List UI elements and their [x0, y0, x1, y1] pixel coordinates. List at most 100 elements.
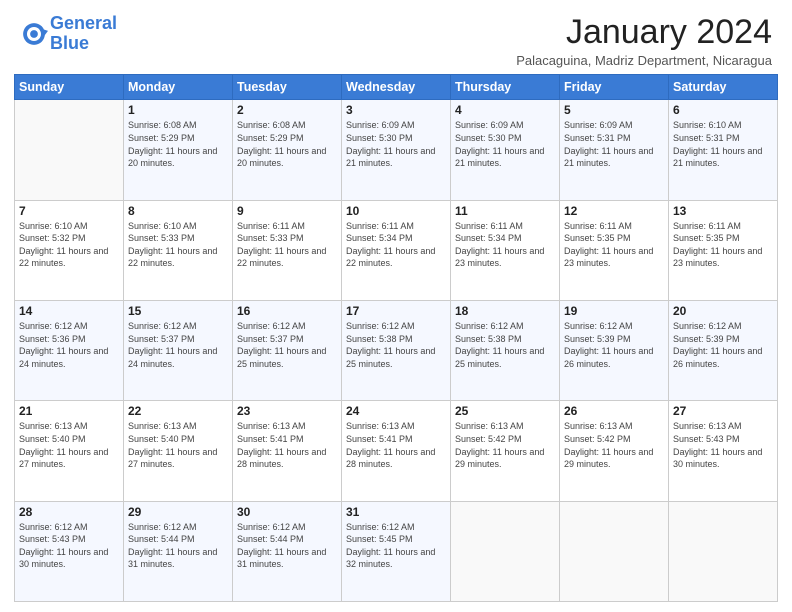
- day-number: 8: [128, 204, 228, 218]
- day-cell: 24 Sunrise: 6:13 AMSunset: 5:41 PMDayligh…: [342, 401, 451, 501]
- day-number: 2: [237, 103, 337, 117]
- day-info: Sunrise: 6:12 AMSunset: 5:36 PMDaylight:…: [19, 320, 119, 370]
- day-cell: 8Sunrise: 6:10 AMSunset: 5:33 PMDaylight…: [124, 200, 233, 300]
- day-cell: 26 Sunrise: 6:13 AMSunset: 5:42 PMDayligh…: [560, 401, 669, 501]
- day-cell: 17 Sunrise: 6:12 AMSunset: 5:38 PMDayligh…: [342, 301, 451, 401]
- day-number: 23: [237, 404, 337, 418]
- day-cell: 7Sunrise: 6:10 AMSunset: 5:32 PMDaylight…: [15, 200, 124, 300]
- day-number: 22: [128, 404, 228, 418]
- day-number: 12: [564, 204, 664, 218]
- day-number: 16: [237, 304, 337, 318]
- day-cell: 18Sunrise: 6:12 AMSunset: 5:38 PMDayligh…: [451, 301, 560, 401]
- day-info: Sunrise: 6:12 AMSunset: 5:44 PMDaylight:…: [128, 521, 228, 571]
- day-cell: 9 Sunrise: 6:11 AMSunset: 5:33 PMDaylight…: [233, 200, 342, 300]
- day-info: Sunrise: 6:13 AMSunset: 5:42 PMDaylight:…: [564, 420, 664, 470]
- logo-icon: [20, 20, 48, 48]
- day-number: 11: [455, 204, 555, 218]
- day-number: 17: [346, 304, 446, 318]
- header-tuesday: Tuesday: [233, 75, 342, 100]
- day-cell: 3Sunrise: 6:09 AMSunset: 5:30 PMDaylight…: [342, 100, 451, 200]
- day-number: 28: [19, 505, 119, 519]
- day-number: 24: [346, 404, 446, 418]
- day-info: Sunrise: 6:11 AMSunset: 5:34 PMDaylight:…: [346, 220, 446, 270]
- day-info: Sunrise: 6:13 AMSunset: 5:40 PMDaylight:…: [19, 420, 119, 470]
- day-info: Sunrise: 6:12 AMSunset: 5:39 PMDaylight:…: [564, 320, 664, 370]
- day-cell: [669, 501, 778, 601]
- day-info: Sunrise: 6:13 AMSunset: 5:40 PMDaylight:…: [128, 420, 228, 470]
- calendar-body: 1Sunrise: 6:08 AMSunset: 5:29 PMDaylight…: [15, 100, 778, 602]
- week-row-4: 28 Sunrise: 6:12 AMSunset: 5:43 PMDayligh…: [15, 501, 778, 601]
- day-number: 31: [346, 505, 446, 519]
- day-number: 25: [455, 404, 555, 418]
- day-cell: 12 Sunrise: 6:11 AMSunset: 5:35 PMDayligh…: [560, 200, 669, 300]
- day-number: 29: [128, 505, 228, 519]
- day-number: 19: [564, 304, 664, 318]
- day-number: 9: [237, 204, 337, 218]
- day-info: Sunrise: 6:11 AMSunset: 5:35 PMDaylight:…: [564, 220, 664, 270]
- day-number: 27: [673, 404, 773, 418]
- day-cell: 4 Sunrise: 6:09 AMSunset: 5:30 PMDaylight…: [451, 100, 560, 200]
- day-cell: 6Sunrise: 6:10 AMSunset: 5:31 PMDaylight…: [669, 100, 778, 200]
- day-number: 4: [455, 103, 555, 117]
- logo-text: General Blue: [50, 14, 117, 54]
- day-cell: [560, 501, 669, 601]
- header-monday: Monday: [124, 75, 233, 100]
- day-cell: 2 Sunrise: 6:08 AMSunset: 5:29 PMDaylight…: [233, 100, 342, 200]
- day-number: 21: [19, 404, 119, 418]
- day-cell: 1Sunrise: 6:08 AMSunset: 5:29 PMDaylight…: [124, 100, 233, 200]
- month-title: January 2024: [516, 14, 772, 51]
- header-saturday: Saturday: [669, 75, 778, 100]
- calendar-header: SundayMondayTuesdayWednesdayThursdayFrid…: [15, 75, 778, 100]
- day-cell: 31 Sunrise: 6:12 AMSunset: 5:45 PMDayligh…: [342, 501, 451, 601]
- week-row-3: 21 Sunrise: 6:13 AMSunset: 5:40 PMDayligh…: [15, 401, 778, 501]
- day-number: 26: [564, 404, 664, 418]
- day-cell: [451, 501, 560, 601]
- day-cell: 23 Sunrise: 6:13 AMSunset: 5:41 PMDayligh…: [233, 401, 342, 501]
- day-number: 15: [128, 304, 228, 318]
- day-info: Sunrise: 6:12 AMSunset: 5:39 PMDaylight:…: [673, 320, 773, 370]
- day-info: Sunrise: 6:12 AMSunset: 5:37 PMDaylight:…: [237, 320, 337, 370]
- subtitle: Palacaguina, Madriz Department, Nicaragu…: [516, 53, 772, 68]
- day-cell: 30 Sunrise: 6:12 AMSunset: 5:44 PMDayligh…: [233, 501, 342, 601]
- day-info: Sunrise: 6:12 AMSunset: 5:38 PMDaylight:…: [346, 320, 446, 370]
- week-row-2: 14 Sunrise: 6:12 AMSunset: 5:36 PMDayligh…: [15, 301, 778, 401]
- logo-blue: Blue: [50, 33, 89, 53]
- header: General Blue January 2024 Palacaguina, M…: [0, 0, 792, 74]
- day-cell: 25 Sunrise: 6:13 AMSunset: 5:42 PMDayligh…: [451, 401, 560, 501]
- header-wednesday: Wednesday: [342, 75, 451, 100]
- logo-general: General: [50, 13, 117, 33]
- day-info: Sunrise: 6:11 AMSunset: 5:35 PMDaylight:…: [673, 220, 773, 270]
- header-friday: Friday: [560, 75, 669, 100]
- day-info: Sunrise: 6:12 AMSunset: 5:45 PMDaylight:…: [346, 521, 446, 571]
- day-info: Sunrise: 6:13 AMSunset: 5:42 PMDaylight:…: [455, 420, 555, 470]
- day-number: 6: [673, 103, 773, 117]
- header-sunday: Sunday: [15, 75, 124, 100]
- day-number: 7: [19, 204, 119, 218]
- day-info: Sunrise: 6:08 AMSunset: 5:29 PMDaylight:…: [237, 119, 337, 169]
- day-number: 3: [346, 103, 446, 117]
- day-cell: [15, 100, 124, 200]
- day-cell: 21 Sunrise: 6:13 AMSunset: 5:40 PMDayligh…: [15, 401, 124, 501]
- day-info: Sunrise: 6:13 AMSunset: 5:41 PMDaylight:…: [346, 420, 446, 470]
- day-info: Sunrise: 6:13 AMSunset: 5:41 PMDaylight:…: [237, 420, 337, 470]
- day-cell: 29 Sunrise: 6:12 AMSunset: 5:44 PMDayligh…: [124, 501, 233, 601]
- day-info: Sunrise: 6:13 AMSunset: 5:43 PMDaylight:…: [673, 420, 773, 470]
- day-info: Sunrise: 6:12 AMSunset: 5:38 PMDaylight:…: [455, 320, 555, 370]
- day-info: Sunrise: 6:12 AMSunset: 5:43 PMDaylight:…: [19, 521, 119, 571]
- week-row-0: 1Sunrise: 6:08 AMSunset: 5:29 PMDaylight…: [15, 100, 778, 200]
- day-info: Sunrise: 6:09 AMSunset: 5:31 PMDaylight:…: [564, 119, 664, 169]
- day-cell: 11 Sunrise: 6:11 AMSunset: 5:34 PMDayligh…: [451, 200, 560, 300]
- day-number: 14: [19, 304, 119, 318]
- page: General Blue January 2024 Palacaguina, M…: [0, 0, 792, 612]
- day-info: Sunrise: 6:09 AMSunset: 5:30 PMDaylight:…: [455, 119, 555, 169]
- day-info: Sunrise: 6:12 AMSunset: 5:44 PMDaylight:…: [237, 521, 337, 571]
- day-header-row: SundayMondayTuesdayWednesdayThursdayFrid…: [15, 75, 778, 100]
- day-cell: 22 Sunrise: 6:13 AMSunset: 5:40 PMDayligh…: [124, 401, 233, 501]
- day-number: 10: [346, 204, 446, 218]
- day-cell: 28 Sunrise: 6:12 AMSunset: 5:43 PMDayligh…: [15, 501, 124, 601]
- day-number: 30: [237, 505, 337, 519]
- day-info: Sunrise: 6:11 AMSunset: 5:33 PMDaylight:…: [237, 220, 337, 270]
- calendar-table: SundayMondayTuesdayWednesdayThursdayFrid…: [14, 74, 778, 602]
- day-info: Sunrise: 6:11 AMSunset: 5:34 PMDaylight:…: [455, 220, 555, 270]
- day-cell: 27 Sunrise: 6:13 AMSunset: 5:43 PMDayligh…: [669, 401, 778, 501]
